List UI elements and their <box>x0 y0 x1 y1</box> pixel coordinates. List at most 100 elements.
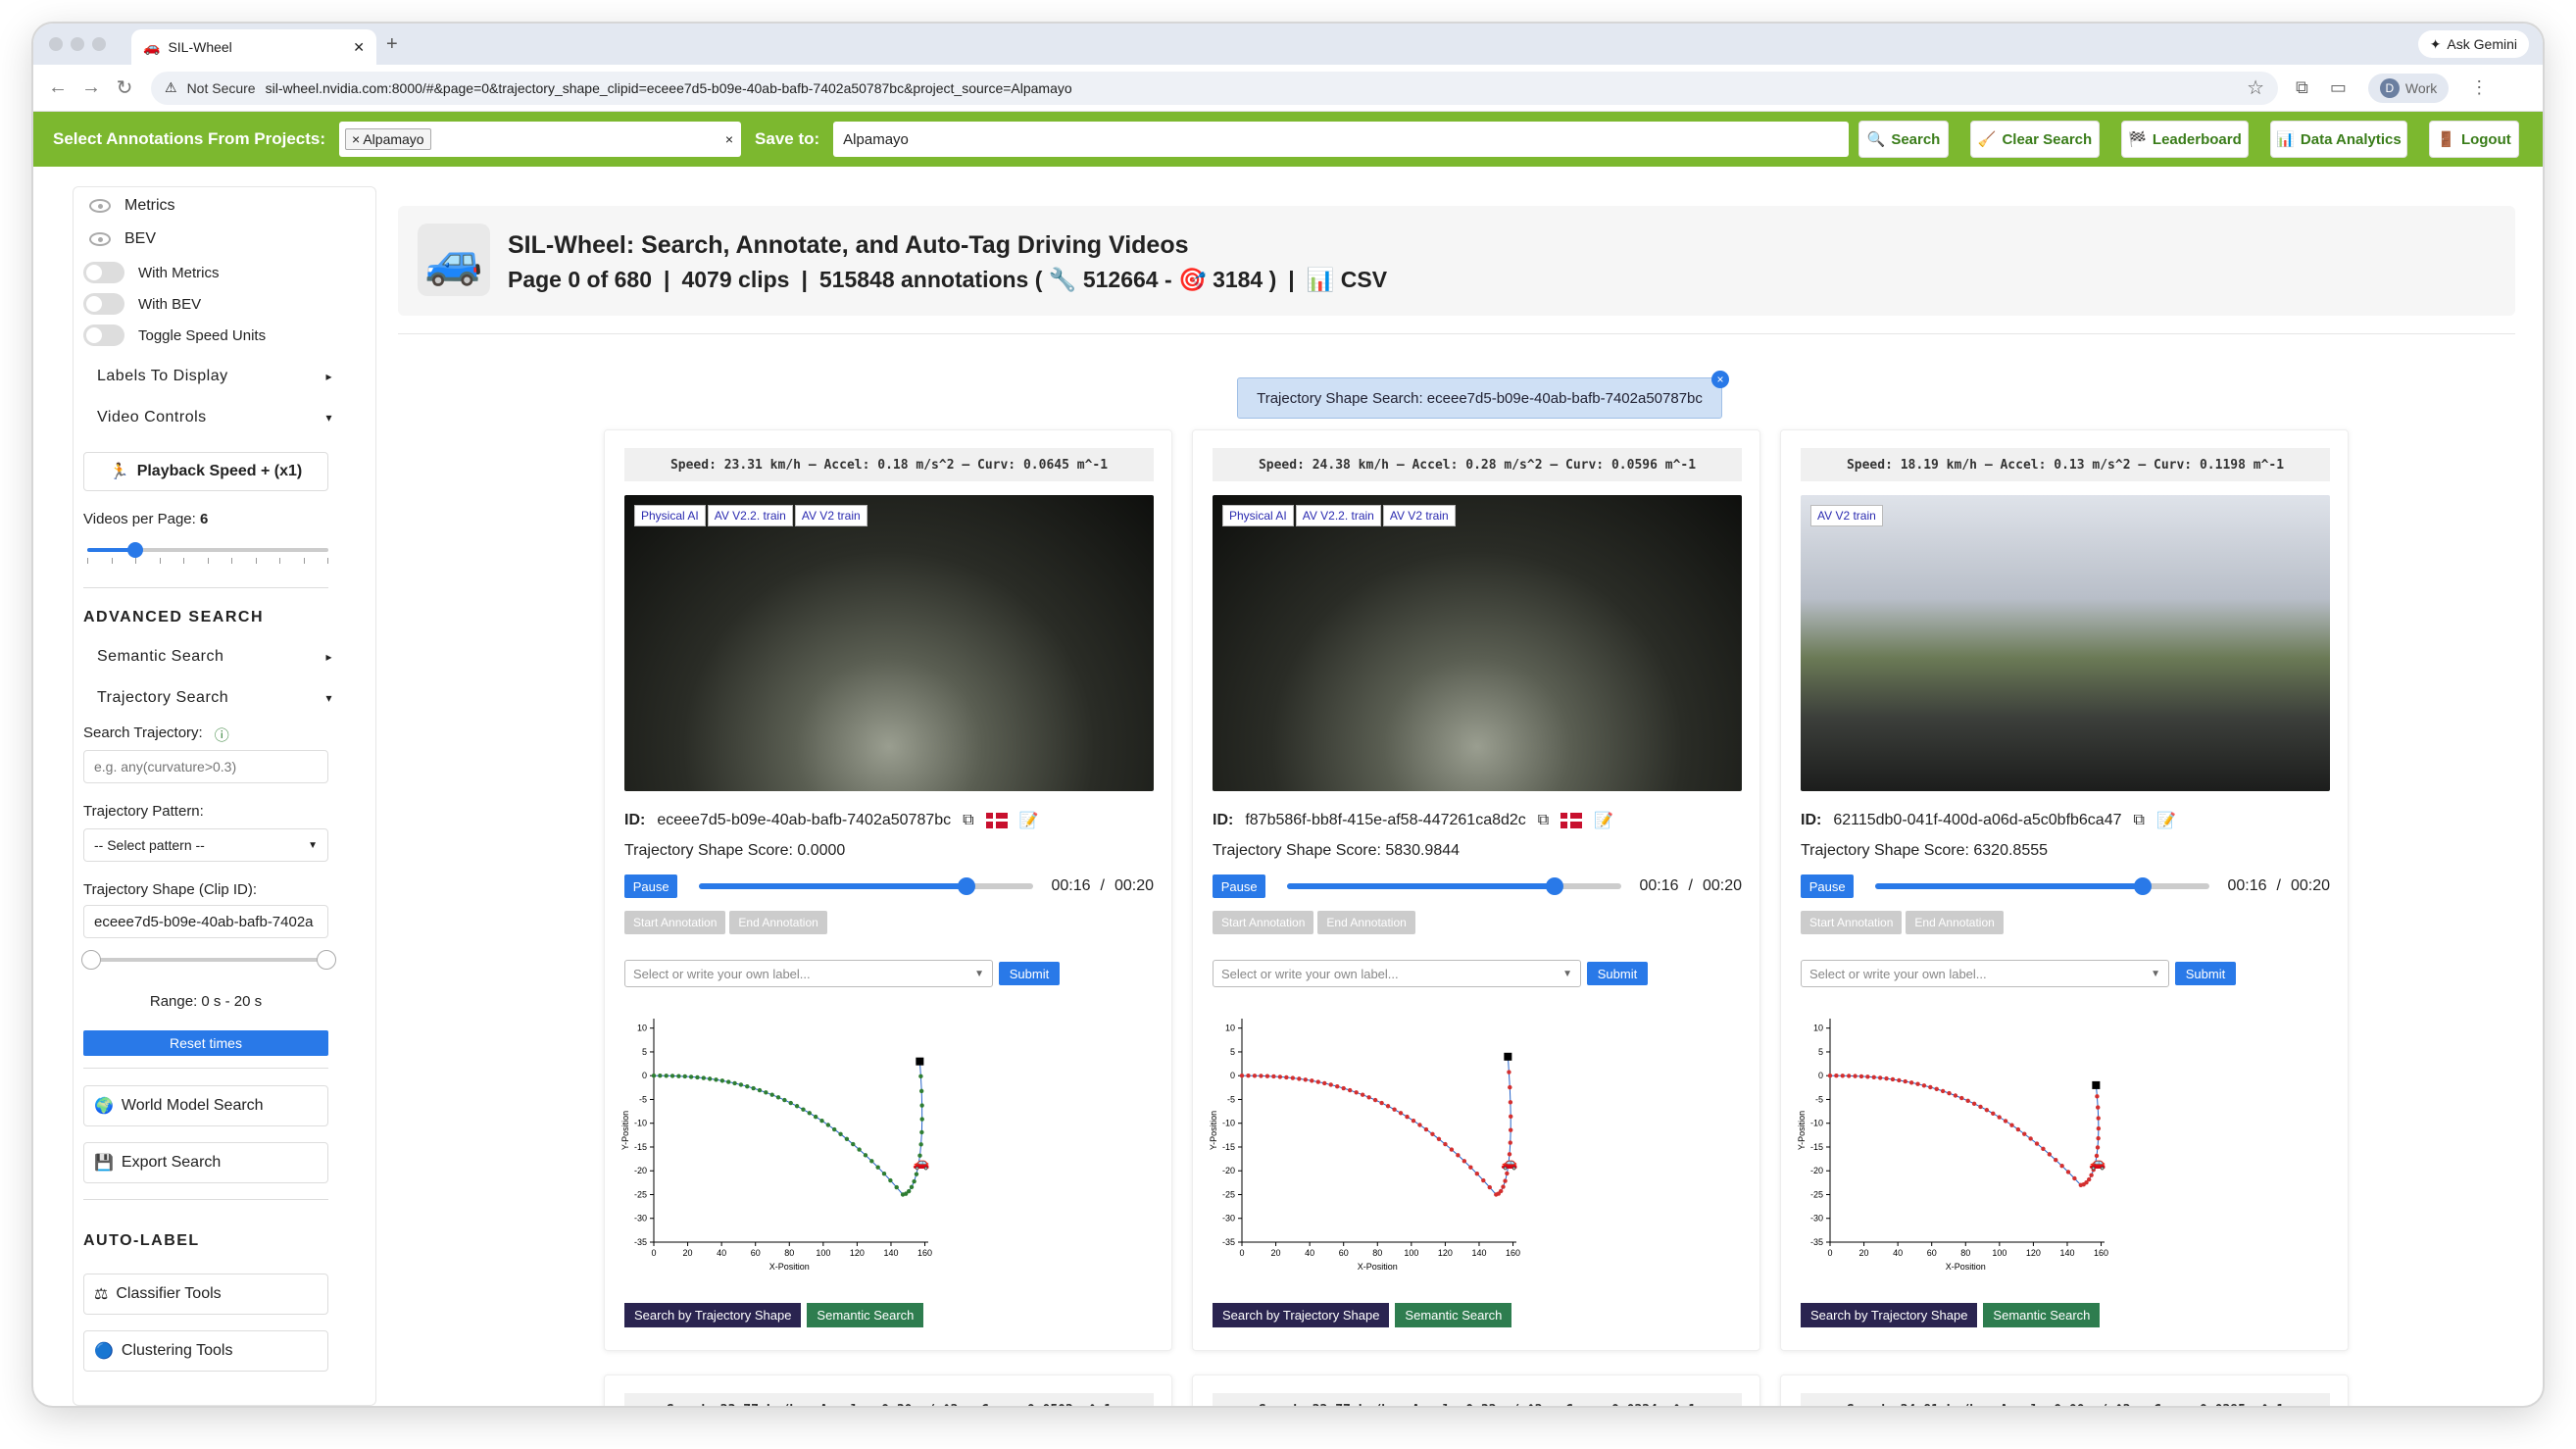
forward-arrow-icon[interactable]: → <box>74 76 108 99</box>
range-end-thumb[interactable] <box>317 950 336 970</box>
trajectory-pattern-select[interactable]: -- Select pattern -- ▼ <box>83 828 328 862</box>
toggle-switch[interactable] <box>83 262 124 283</box>
label-select[interactable]: Select or write your own label... ▼ <box>1213 960 1581 987</box>
progress-knob[interactable] <box>2134 877 2153 895</box>
semantic-search-button[interactable]: Semantic Search <box>1983 1303 2101 1327</box>
trajectory-search-dropdown[interactable]: Trajectory Search ▾ <box>97 681 332 715</box>
minimize-window-button[interactable] <box>71 37 84 51</box>
range-start-thumb[interactable] <box>81 950 101 970</box>
end-annotation-button[interactable]: End Annotation <box>1906 911 2004 934</box>
classifier-tools-button[interactable]: ⚖ Classifier Tools <box>83 1274 328 1315</box>
end-annotation-button[interactable]: End Annotation <box>1317 911 1415 934</box>
data-analytics-button[interactable]: 📊 Data Analytics <box>2270 121 2407 158</box>
maximize-window-button[interactable] <box>92 37 106 51</box>
address-bar[interactable]: ⚠ Not Secure sil-wheel.nvidia.com:8000/#… <box>151 71 2278 105</box>
range-slider[interactable] <box>81 950 336 970</box>
memo-icon[interactable]: 📝 <box>2156 811 2176 830</box>
label-select[interactable]: Select or write your own label... ▼ <box>1801 960 2169 987</box>
pause-button[interactable]: Pause <box>1801 874 1855 898</box>
progress-knob[interactable] <box>1546 877 1564 895</box>
search-button[interactable]: 🔍 Search <box>1858 121 1949 158</box>
playback-speed-button[interactable]: 🏃 Playback Speed + (x1) <box>83 452 328 491</box>
clustering-tools-button[interactable]: 🔵 Clustering Tools <box>83 1330 328 1372</box>
with-metrics-toggle[interactable]: With Metrics <box>83 262 220 283</box>
ask-gemini-button[interactable]: ✦ Ask Gemini <box>2417 30 2529 58</box>
search-by-trajectory-button[interactable]: Search by Trajectory Shape <box>1801 1303 1978 1327</box>
memo-icon[interactable]: 📝 <box>1019 811 1039 830</box>
close-window-button[interactable] <box>49 37 63 51</box>
videos-per-page-slider[interactable] <box>87 542 328 558</box>
remove-filter-icon[interactable]: × <box>1711 371 1729 388</box>
pause-button[interactable]: Pause <box>1213 874 1266 898</box>
search-by-trajectory-button[interactable]: Search by Trajectory Shape <box>1213 1303 1390 1327</box>
tab-close-icon[interactable]: ✕ <box>353 39 365 56</box>
save-to-input[interactable]: Alpamayo <box>833 122 1850 157</box>
toggle-switch[interactable] <box>83 293 124 315</box>
x-axis-label: X-Position <box>1358 1262 1398 1272</box>
label-select[interactable]: Select or write your own label... ▼ <box>624 960 993 987</box>
video-progress-bar[interactable] <box>699 877 1034 895</box>
copy-icon[interactable]: ⧉ <box>1538 812 1549 829</box>
copy-icon[interactable]: ⧉ <box>2134 812 2145 829</box>
projects-select[interactable]: × Alpamayo × <box>339 122 742 157</box>
chip-remove-icon[interactable]: × <box>352 131 363 147</box>
menu-dots-icon[interactable]: ⋮ <box>2470 77 2488 98</box>
speed-units-toggle[interactable]: Toggle Speed Units <box>83 325 266 346</box>
trajectory-point <box>2072 1175 2077 1181</box>
profile-button[interactable]: D Work <box>2367 73 2450 103</box>
video-controls-dropdown[interactable]: Video Controls ▾ <box>97 401 332 434</box>
clear-search-button[interactable]: 🧹 Clear Search <box>1970 121 2100 158</box>
slider-thumb[interactable] <box>127 542 144 558</box>
back-arrow-icon[interactable]: ← <box>41 76 74 99</box>
browser-tab[interactable]: 🚗 SIL-Wheel ✕ <box>131 29 376 65</box>
info-icon[interactable]: ⓘ <box>215 724 229 745</box>
trajectory-point <box>1908 1080 1914 1085</box>
video-player[interactable]: Physical AI AV V2.2. train AV V2 train <box>624 495 1154 791</box>
memo-icon[interactable]: 📝 <box>1594 811 1613 830</box>
copy-icon[interactable]: ⧉ <box>963 812 973 829</box>
start-annotation-button[interactable]: Start Annotation <box>1213 911 1314 934</box>
start-annotation-button[interactable]: Start Annotation <box>624 911 726 934</box>
video-player[interactable]: Physical AI AV V2.2. train AV V2 train <box>1213 495 1742 791</box>
with-bev-toggle[interactable]: With BEV <box>83 293 201 315</box>
submit-label-button[interactable]: Submit <box>999 962 1060 985</box>
end-annotation-button[interactable]: End Annotation <box>729 911 827 934</box>
video-progress-bar[interactable] <box>1875 877 2210 895</box>
trajectory-point <box>1398 1111 1404 1116</box>
semantic-search-button[interactable]: Semantic Search <box>807 1303 924 1327</box>
semantic-search-dropdown[interactable]: Semantic Search ▸ <box>97 640 332 674</box>
trajectory-point <box>751 1085 756 1091</box>
new-tab-button[interactable]: + <box>386 33 398 56</box>
url-text[interactable]: sil-wheel.nvidia.com:8000/#&page=0&traje… <box>266 80 1072 96</box>
semantic-search-button[interactable]: Semantic Search <box>1395 1303 1512 1327</box>
sidebar-item-metrics[interactable]: Metrics <box>89 197 175 215</box>
bookmark-star-icon[interactable]: ☆ <box>2247 75 2264 100</box>
reload-icon[interactable]: ↻ <box>108 75 141 100</box>
toggle-switch[interactable] <box>83 325 124 346</box>
submit-label-button[interactable]: Submit <box>2175 962 2236 985</box>
submit-label-button[interactable]: Submit <box>1587 962 1648 985</box>
video-progress-bar[interactable] <box>1287 877 1622 895</box>
pause-button[interactable]: Pause <box>624 874 678 898</box>
search-trajectory-input[interactable] <box>83 750 328 783</box>
y-tick-label: -5 <box>1815 1094 1823 1104</box>
search-by-trajectory-button[interactable]: Search by Trajectory Shape <box>624 1303 802 1327</box>
dataset-tag: Physical AI <box>634 505 706 526</box>
start-annotation-button[interactable]: Start Annotation <box>1801 911 1903 934</box>
trajectory-shape-input[interactable]: eceee7d5-b09e-40ab-bafb-7402a <box>83 905 328 938</box>
project-chip[interactable]: × Alpamayo <box>345 128 431 150</box>
video-player[interactable]: AV V2 train <box>1801 495 2330 791</box>
sidepanel-icon[interactable]: ▭ <box>2330 77 2347 98</box>
sidebar-item-bev[interactable]: BEV <box>89 230 156 248</box>
reset-times-button[interactable]: Reset times <box>83 1030 328 1056</box>
clear-select-icon[interactable]: × <box>725 131 733 147</box>
labels-to-display-dropdown[interactable]: Labels To Display ▸ <box>97 360 332 393</box>
logout-button[interactable]: 🚪 Logout <box>2429 121 2519 158</box>
leaderboard-button[interactable]: 🏁 Leaderboard <box>2121 121 2249 158</box>
extensions-icon[interactable]: ⧉ <box>2296 77 2308 98</box>
export-search-button[interactable]: 💾 Export Search <box>83 1142 328 1183</box>
csv-link[interactable]: 📊 CSV <box>1307 267 1387 293</box>
world-model-search-button[interactable]: 🌍 World Model Search <box>83 1085 328 1126</box>
y-axis-label: Y-Position <box>1209 1111 1218 1150</box>
progress-knob[interactable] <box>958 877 976 895</box>
